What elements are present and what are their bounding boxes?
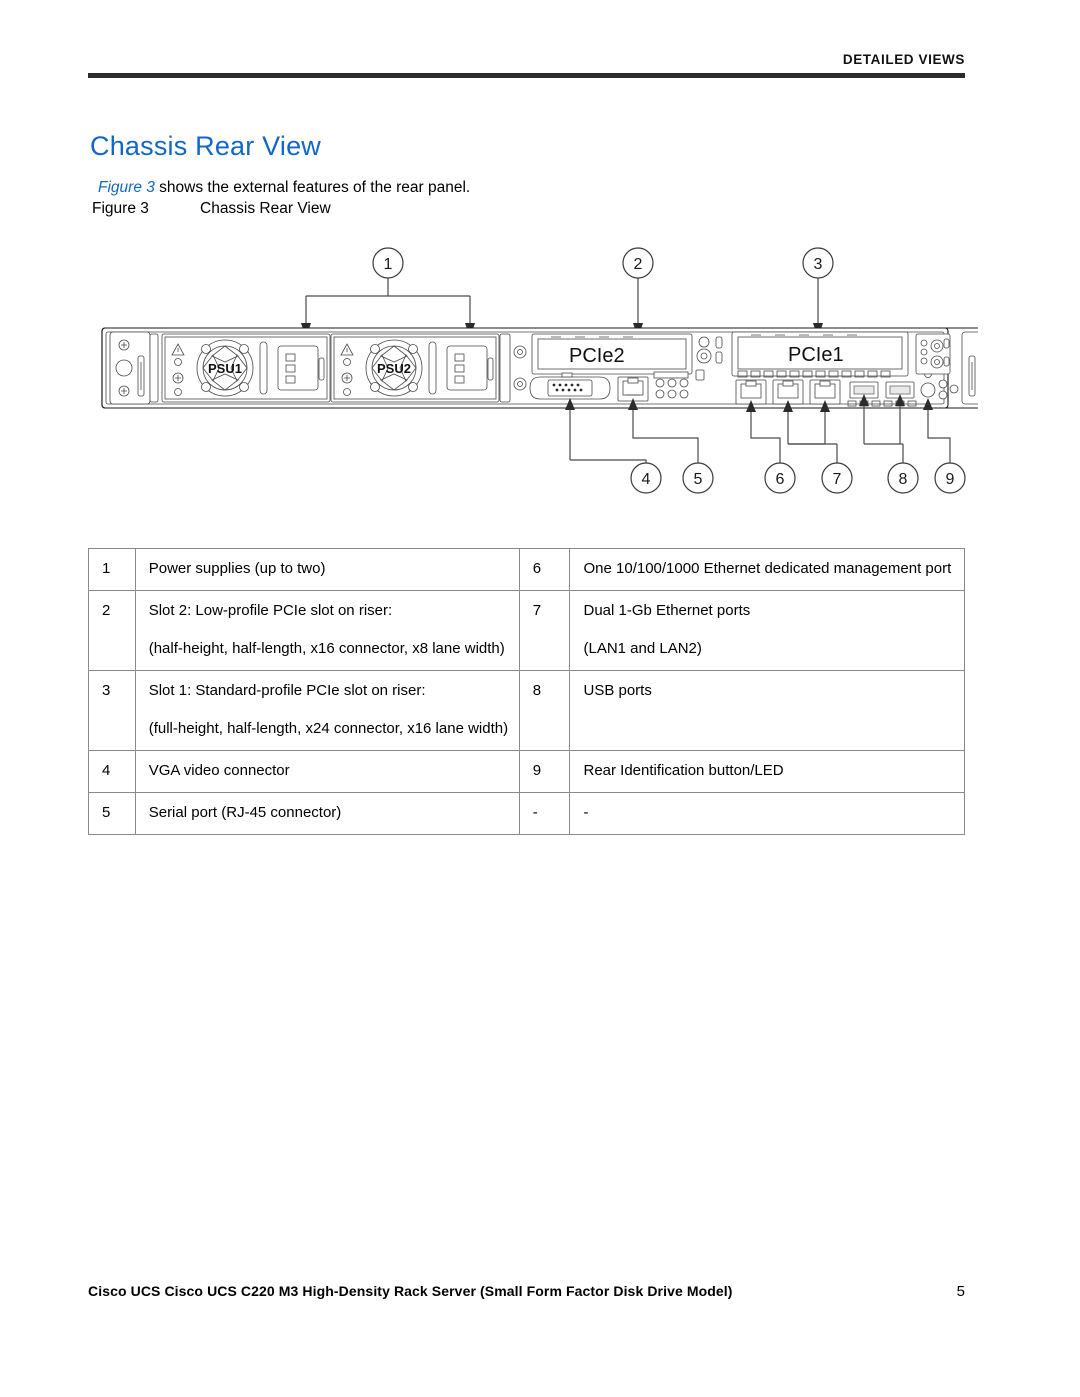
svg-text:9: 9 bbox=[946, 471, 955, 488]
legend-description: Slot 2: Low-profile PCIe slot on riser: (… bbox=[134, 590, 520, 671]
legend-number: 7 bbox=[518, 590, 571, 671]
legend-description: - bbox=[569, 792, 965, 835]
page-footer: Cisco UCS Cisco UCS C220 M3 High-Density… bbox=[88, 1283, 965, 1300]
pcie2-slot: PCIe2 bbox=[531, 333, 693, 375]
header-rule bbox=[88, 73, 965, 78]
figure-caption-text: Chassis Rear View bbox=[200, 200, 331, 217]
svg-text:8: 8 bbox=[899, 471, 908, 488]
legend-number: 1 bbox=[88, 548, 136, 591]
legend-text: Slot 1: Standard-profile PCIe slot on ri… bbox=[148, 682, 426, 699]
svg-text:3: 3 bbox=[814, 256, 823, 273]
callout-marker-8: 8 bbox=[887, 462, 919, 494]
running-head: DETAILED VIEWS bbox=[842, 52, 965, 67]
svg-text:1: 1 bbox=[384, 256, 393, 273]
table-row: 4 VGA video connector 9 Rear Identificat… bbox=[88, 750, 965, 793]
legend-description: VGA video connector bbox=[134, 750, 520, 793]
chassis-body: PSU1 PSU2 PCIe2 PCIe1 bbox=[101, 327, 978, 409]
left-mounting-ear bbox=[109, 331, 151, 405]
figure-caption: Figure 3 Chassis Rear View bbox=[92, 200, 331, 218]
legend-text: Serial port (RJ-45 connector) bbox=[148, 804, 342, 821]
table-row: 1 Power supplies (up to two) 6 One 10/10… bbox=[88, 548, 965, 591]
intro-text: shows the external features of the rear … bbox=[154, 178, 471, 196]
svg-text:5: 5 bbox=[694, 471, 703, 488]
figure-label: Figure 3 bbox=[92, 200, 149, 217]
table-row: 5 Serial port (RJ-45 connector) - - bbox=[88, 792, 965, 835]
psu2-label: PSU2 bbox=[377, 361, 411, 376]
psu1-label: PSU1 bbox=[208, 361, 242, 376]
svg-text:2: 2 bbox=[634, 256, 643, 273]
legend-number: 6 bbox=[518, 548, 571, 591]
legend-text: Power supplies (up to two) bbox=[148, 560, 326, 577]
legend-description: Slot 1: Standard-profile PCIe slot on ri… bbox=[134, 670, 520, 751]
callout-marker-2: 2 bbox=[622, 247, 654, 279]
chassis-rear-view-drawing: .ln { fill:none; stroke:#1a1a1a; stroke-… bbox=[101, 247, 978, 494]
svg-text:4: 4 bbox=[642, 471, 651, 488]
legend-text: Dual 1-Gb Ethernet ports bbox=[583, 602, 751, 619]
vga-video-connector bbox=[529, 372, 611, 400]
table-row: 3 Slot 1: Standard-profile PCIe slot on … bbox=[88, 670, 965, 751]
callout-marker-9: 9 bbox=[934, 462, 966, 494]
legend-number: 9 bbox=[518, 750, 571, 793]
legend-text: - bbox=[583, 804, 589, 821]
page-header: DETAILED VIEWS bbox=[88, 52, 965, 78]
legend-text: Slot 2: Low-profile PCIe slot on riser: bbox=[148, 602, 393, 619]
figure-legend-table: 1 Power supplies (up to two) 6 One 10/10… bbox=[88, 548, 965, 835]
page-title: Chassis Rear View bbox=[90, 131, 321, 162]
legend-description: Power supplies (up to two) bbox=[134, 548, 520, 591]
serial-rj45-port bbox=[617, 376, 649, 402]
power-supply-2: PSU2 bbox=[330, 333, 500, 403]
callout-marker-7: 7 bbox=[821, 462, 853, 494]
legend-text: VGA video connector bbox=[148, 762, 290, 779]
legend-subtext: (half-height, half-length, x16 connector… bbox=[148, 640, 505, 657]
callout-marker-6: 6 bbox=[764, 462, 796, 494]
right-mounting-ear bbox=[961, 331, 978, 405]
intro-paragraph: Figure 3 shows the external features of … bbox=[98, 178, 470, 198]
legend-number: 8 bbox=[518, 670, 571, 751]
table-row: 2 Slot 2: Low-profile PCIe slot on riser… bbox=[88, 590, 965, 671]
footer-page-number: 5 bbox=[956, 1283, 965, 1300]
power-supply-1: PSU1 bbox=[161, 333, 331, 403]
callout-marker-1: 1 bbox=[372, 247, 404, 279]
legend-number: 3 bbox=[88, 670, 136, 751]
legend-description: Rear Identification button/LED bbox=[569, 750, 965, 793]
pcie2-label: PCIe2 bbox=[569, 345, 625, 367]
callout-marker-5: 5 bbox=[682, 462, 714, 494]
legend-number: 4 bbox=[88, 750, 136, 793]
svg-text:6: 6 bbox=[776, 471, 785, 488]
callout-marker-4: 4 bbox=[630, 462, 662, 494]
legend-text: Rear Identification button/LED bbox=[583, 762, 784, 779]
legend-text: USB ports bbox=[583, 682, 652, 699]
legend-number: 5 bbox=[88, 792, 136, 835]
legend-description: Dual 1-Gb Ethernet ports (LAN1 and LAN2) bbox=[569, 590, 965, 671]
legend-subtext: (full-height, half-length, x24 connector… bbox=[148, 720, 509, 737]
legend-description: One 10/100/1000 Ethernet dedicated manag… bbox=[569, 548, 965, 591]
figure-artwork: .ln { fill:none; stroke:#1a1a1a; stroke-… bbox=[88, 238, 978, 508]
svg-text:7: 7 bbox=[833, 471, 842, 488]
legend-text: One 10/100/1000 Ethernet dedicated manag… bbox=[583, 560, 952, 577]
legend-number: 2 bbox=[88, 590, 136, 671]
legend-subtext: (LAN1 and LAN2) bbox=[583, 640, 702, 657]
footer-document-title: Cisco UCS Cisco UCS C220 M3 High-Density… bbox=[88, 1283, 733, 1299]
pcie1-slot: PCIe1 bbox=[731, 331, 909, 378]
pcie1-label: PCIe1 bbox=[788, 344, 844, 366]
figure-cross-reference-link[interactable]: Figure 3 bbox=[98, 179, 155, 196]
legend-description: Serial port (RJ-45 connector) bbox=[134, 792, 520, 835]
legend-number: - bbox=[518, 792, 571, 835]
legend-description: USB ports bbox=[569, 670, 965, 751]
callout-marker-3: 3 bbox=[802, 247, 834, 279]
